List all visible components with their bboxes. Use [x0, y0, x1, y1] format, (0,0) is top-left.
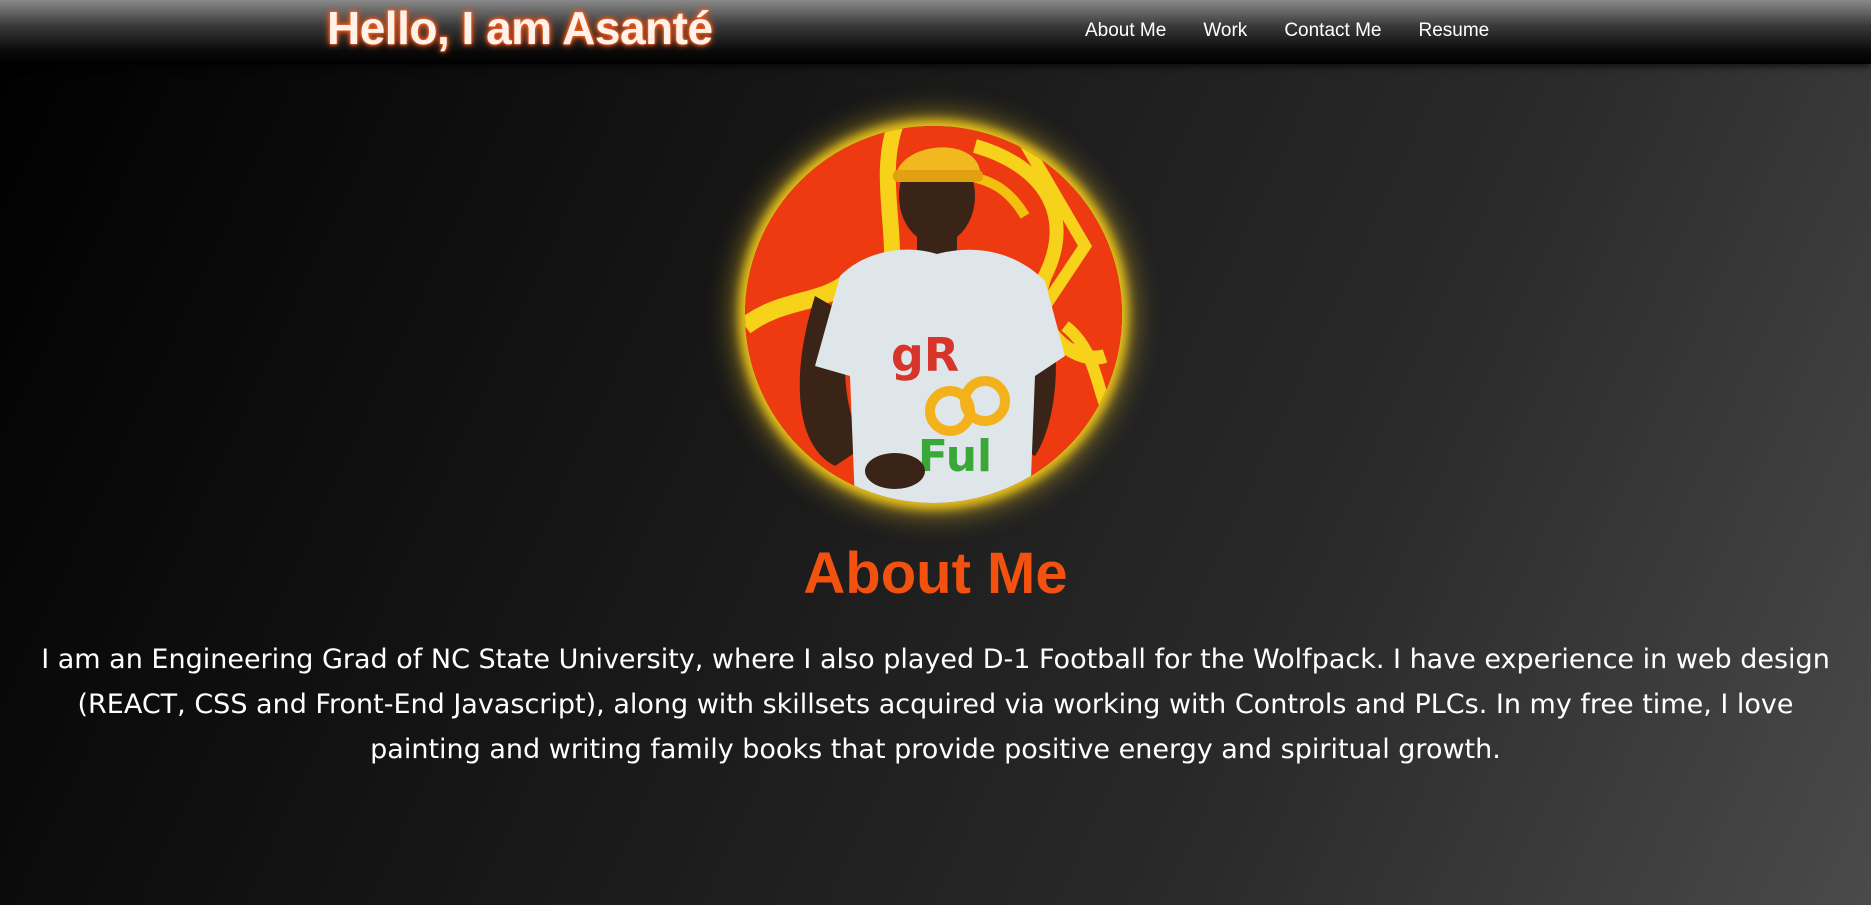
about-me-heading: About Me	[803, 541, 1068, 606]
nav-link-about-me[interactable]: About Me	[1085, 20, 1166, 42]
nav-links: About Me Work Contact Me Resume	[1085, 0, 1526, 62]
about-me-bio: I am an Engineering Grad of NC State Uni…	[41, 644, 1830, 765]
site-brand-title[interactable]: Hello, I am Asanté	[327, 0, 713, 56]
profile-photo: gR Ful	[745, 126, 1122, 503]
top-navbar: Hello, I am Asanté About Me Work Contact…	[0, 0, 1871, 64]
nav-link-contact-me[interactable]: Contact Me	[1284, 20, 1381, 42]
nav-link-resume[interactable]: Resume	[1418, 20, 1489, 42]
profile-photo-illustration: gR Ful	[745, 126, 1122, 503]
shirt-logo-top: gR	[891, 328, 959, 382]
shirt-logo-bottom: Ful	[918, 431, 992, 482]
nav-link-work[interactable]: Work	[1203, 20, 1247, 42]
